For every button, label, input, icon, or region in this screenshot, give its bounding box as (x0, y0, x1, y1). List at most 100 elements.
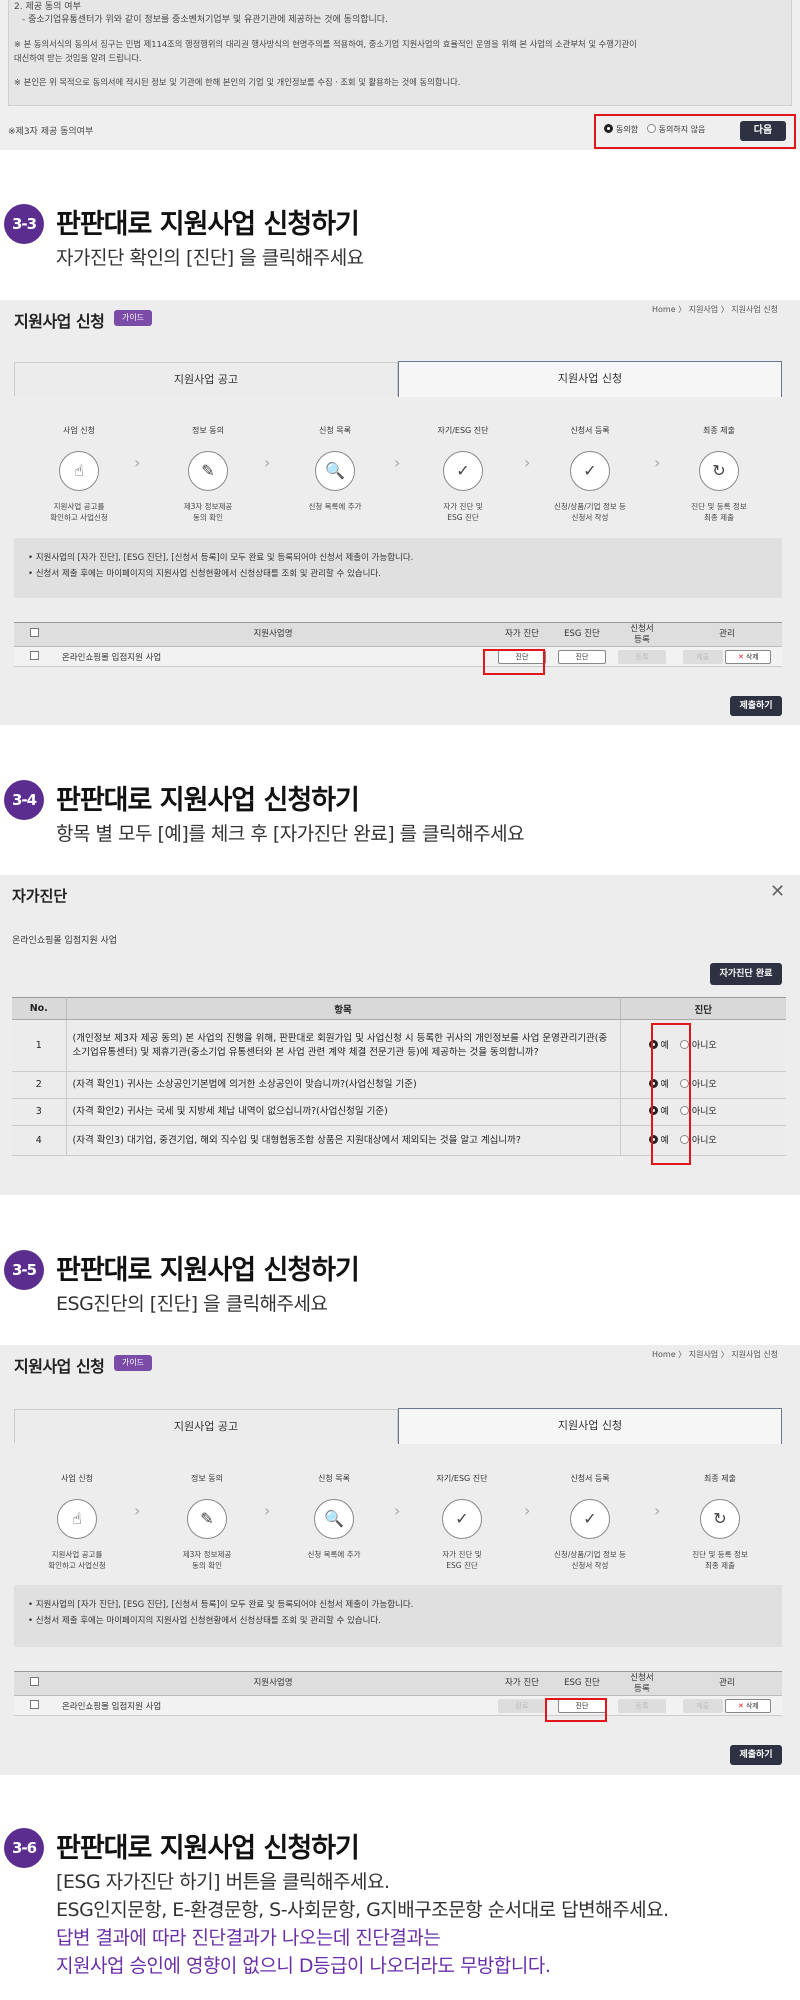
process-step: 최종 제출 ↻ 진단 및 등록 정보 최종 제출 (692, 1474, 748, 1570)
step-3-5-header: 3-5 판판대로 지원사업 신청하기 ESG진단의 [진단] 을 클릭해주세요 (0, 1248, 800, 1348)
document-edit-icon: ✎ (187, 1499, 227, 1539)
application-table: 지원사업명 자가 진단 ESG 진단 신청서 등록 관리 온라인쇼핑몰 입점지원… (14, 622, 782, 667)
process-step: 최종 제출 ↻ 진단 및 등록 정보 최종 제출 (691, 426, 747, 522)
step-3-4-header: 3-4 판판대로 지원사업 신청하기 항목 별 모두 [예]를 체크 후 [자가… (0, 778, 800, 878)
chevron-right-icon: › (524, 1501, 531, 1520)
consent-line: - 중소기업유통센터가 위와 같이 정보를 중소벤처기업부 및 유관기관에 제공… (22, 15, 388, 25)
col-no: No. (12, 997, 67, 1020)
highlight-box (594, 114, 796, 149)
step-badge: 3-5 (4, 1250, 44, 1290)
process-step: 자기/ESG 진단 ✓ 자가 진단 및 ESG 진단 (437, 426, 489, 522)
modal-title: 자가진단 (12, 887, 68, 905)
application-panel-1: 지원사업 신청 가이드 Home 〉 지원사업 〉 지원사업 신청 지원사업 공… (0, 300, 800, 725)
program-name: 온라인쇼핑몰 입점지원 사업 (54, 1695, 492, 1716)
notice-line: • 신청서 제출 후에는 마이페이지의 지원사업 신청현황에서 신청상태를 조회… (28, 569, 381, 579)
tab-announcement[interactable]: 지원사업 공고 (14, 1409, 398, 1443)
submit-button[interactable]: 제출하기 (730, 1745, 782, 1765)
document-search-icon: 🔍 (314, 1499, 354, 1539)
chevron-right-icon: › (264, 1501, 271, 1520)
guide-button[interactable]: 가이드 (114, 1355, 152, 1371)
process-step: 사업 신청 ☝ 지원사업 공고를 확인하고 사업신청 (48, 1474, 106, 1570)
process-step: 정보 동의 ✎ 제3자 정보제공 동의 확인 (182, 1474, 232, 1570)
step-desc: ESG인지문항, E-환경문항, S-사회문항, G지배구조문항 순서대로 답변… (56, 1899, 669, 1921)
process-step: 사업 신청 ☝ 지원사업 공고를 확인하고 사업신청 (50, 426, 108, 522)
col-esg-diagnosis: ESG 진단 (552, 622, 612, 647)
chevron-right-icon: › (134, 1501, 141, 1520)
select-all-cell (14, 1671, 54, 1696)
consent-screenshot: 2. 제공 동의 여부 - 중소기업유통센터가 위와 같이 정보를 중소벤처기업… (0, 0, 800, 150)
self-diagnosis-complete-button[interactable]: 자가진단 완료 (710, 963, 782, 985)
process-steps: 사업 신청 ☝ 지원사업 공고를 확인하고 사업신청 › 정보 동의 ✎ 제3자 정보제… (0, 425, 800, 535)
submit-button[interactable]: 제출하기 (730, 696, 782, 716)
close-icon[interactable]: ✕ (770, 881, 785, 902)
tab-bar: 지원사업 공고 지원사업 신청 (14, 1408, 782, 1444)
step-3-6-header: 3-6 판판대로 지원사업 신청하기 [ESG 자가진단 하기] 버튼을 클릭해… (0, 1826, 800, 2000)
table-row: 온라인쇼핑몰 입점지원 사업 완료 진단 등록 제출 ✕ 삭제 (14, 1695, 782, 1716)
third-party-label: ※제3자 제공 동의여부 (8, 127, 94, 137)
guide-button[interactable]: 가이드 (114, 310, 152, 326)
process-step: 신청서 등록 ✓ 신청/상품/기업 정보 등 신청서 작성 (554, 1474, 626, 1570)
step-desc-highlight: 지원사업 승인에 영향이 없으니 D등급이 나오더라도 무방합니다. (56, 1955, 551, 1977)
esg-diagnosis-button[interactable]: 진단 (558, 649, 606, 664)
document-submit-icon: ↻ (699, 451, 739, 491)
highlight-box (483, 649, 545, 675)
process-step: 신청 목록 🔍 신청 목록에 추가 (307, 1474, 361, 1559)
col-program-name: 지원사업명 (54, 622, 492, 647)
step-title: 판판대로 지원사업 신청하기 (56, 1833, 360, 1864)
col-manage: 관리 (672, 622, 782, 647)
delete-button[interactable]: ✕ 삭제 (725, 649, 772, 664)
process-steps: 사업 신청 ☝ 지원사업 공고를 확인하고 사업신청 › 정보 동의 ✎ 제3자 정보제… (0, 1473, 800, 1583)
step-badge: 3-3 (4, 204, 44, 244)
document-check-icon: ✓ (570, 451, 610, 491)
col-application-register: 신청서 등록 (612, 622, 672, 647)
register-button[interactable]: 등록 (618, 649, 666, 664)
chevron-right-icon: › (654, 453, 661, 472)
chevron-right-icon: › (524, 453, 531, 472)
submit-small-button[interactable]: 제출 (682, 1698, 723, 1713)
submit-small-button[interactable]: 제출 (682, 649, 723, 664)
register-button[interactable]: 등록 (618, 1698, 666, 1713)
col-manage: 관리 (672, 1671, 782, 1696)
delete-button[interactable]: ✕ 삭제 (725, 1698, 772, 1713)
tab-application[interactable]: 지원사업 신청 (398, 1408, 782, 1444)
chevron-right-icon: › (264, 453, 271, 472)
tab-application[interactable]: 지원사업 신청 (398, 361, 782, 397)
col-item: 항목 (66, 997, 621, 1020)
row-checkbox[interactable] (29, 1699, 39, 1709)
chevron-right-icon: › (134, 453, 141, 472)
tab-announcement[interactable]: 지원사업 공고 (14, 362, 398, 396)
col-program-name: 지원사업명 (54, 1671, 492, 1696)
breadcrumb: Home 〉 지원사업 〉 지원사업 신청 (652, 1350, 778, 1359)
self-diagnosis-modal: 자가진단 ✕ 온라인쇼핑몰 입점지원 사업 자가진단 완료 No. 항목 진단 … (0, 875, 800, 1195)
chevron-right-icon: › (394, 1501, 401, 1520)
process-step: 정보 동의 ✎ 제3자 정보제공 동의 확인 (183, 426, 233, 522)
col-self-diagnosis: 자가 진단 (492, 1671, 552, 1696)
select-all-checkbox[interactable] (29, 628, 39, 637)
document-edit-icon: ✎ (188, 451, 228, 491)
row-checkbox[interactable] (29, 650, 39, 660)
step-badge: 3-6 (4, 1828, 44, 1868)
program-name: 온라인쇼핑몰 입점지원 사업 (12, 936, 118, 946)
application-panel-2: 지원사업 신청 가이드 Home 〉 지원사업 〉 지원사업 신청 지원사업 공… (0, 1345, 800, 1775)
notice-line: • 지원사업의 [자가 진단], [ESG 진단], [신청서 등록]이 모두 … (28, 1600, 414, 1610)
page-title: 지원사업 신청 (14, 1357, 105, 1376)
highlight-box (545, 1698, 607, 1722)
pointer-icon: ☝ (57, 1499, 97, 1539)
document-search-icon: 🔍 (315, 451, 355, 491)
process-step: 자기/ESG 진단 ✓ 자가 진단 및 ESG 진단 (436, 1474, 488, 1570)
tab-bar: 지원사업 공고 지원사업 신청 (14, 361, 782, 397)
close-icon: ✕ (737, 1701, 744, 1710)
self-diagnosis-done-button[interactable]: 완료 (498, 1698, 546, 1713)
highlight-box (651, 1023, 691, 1165)
chevron-right-icon: › (394, 453, 401, 472)
select-all-checkbox[interactable] (29, 1677, 39, 1686)
notice-line: • 신청서 제출 후에는 마이페이지의 지원사업 신청현황에서 신청상태를 조회… (28, 1616, 381, 1626)
step-title: 판판대로 지원사업 신청하기 (56, 209, 360, 240)
step-3-3-header: 3-3 판판대로 지원사업 신청하기 자가진단 확인의 [진단] 을 클릭해주세… (0, 202, 800, 302)
step-title: 판판대로 지원사업 신청하기 (56, 1255, 360, 1286)
page-title: 지원사업 신청 (14, 312, 105, 331)
col-esg-diagnosis: ESG 진단 (552, 1671, 612, 1696)
pointer-icon: ☝ (59, 451, 99, 491)
process-step: 신청서 등록 ✓ 신청/상품/기업 정보 등 신청서 작성 (554, 426, 626, 522)
chevron-right-icon: › (654, 1501, 661, 1520)
